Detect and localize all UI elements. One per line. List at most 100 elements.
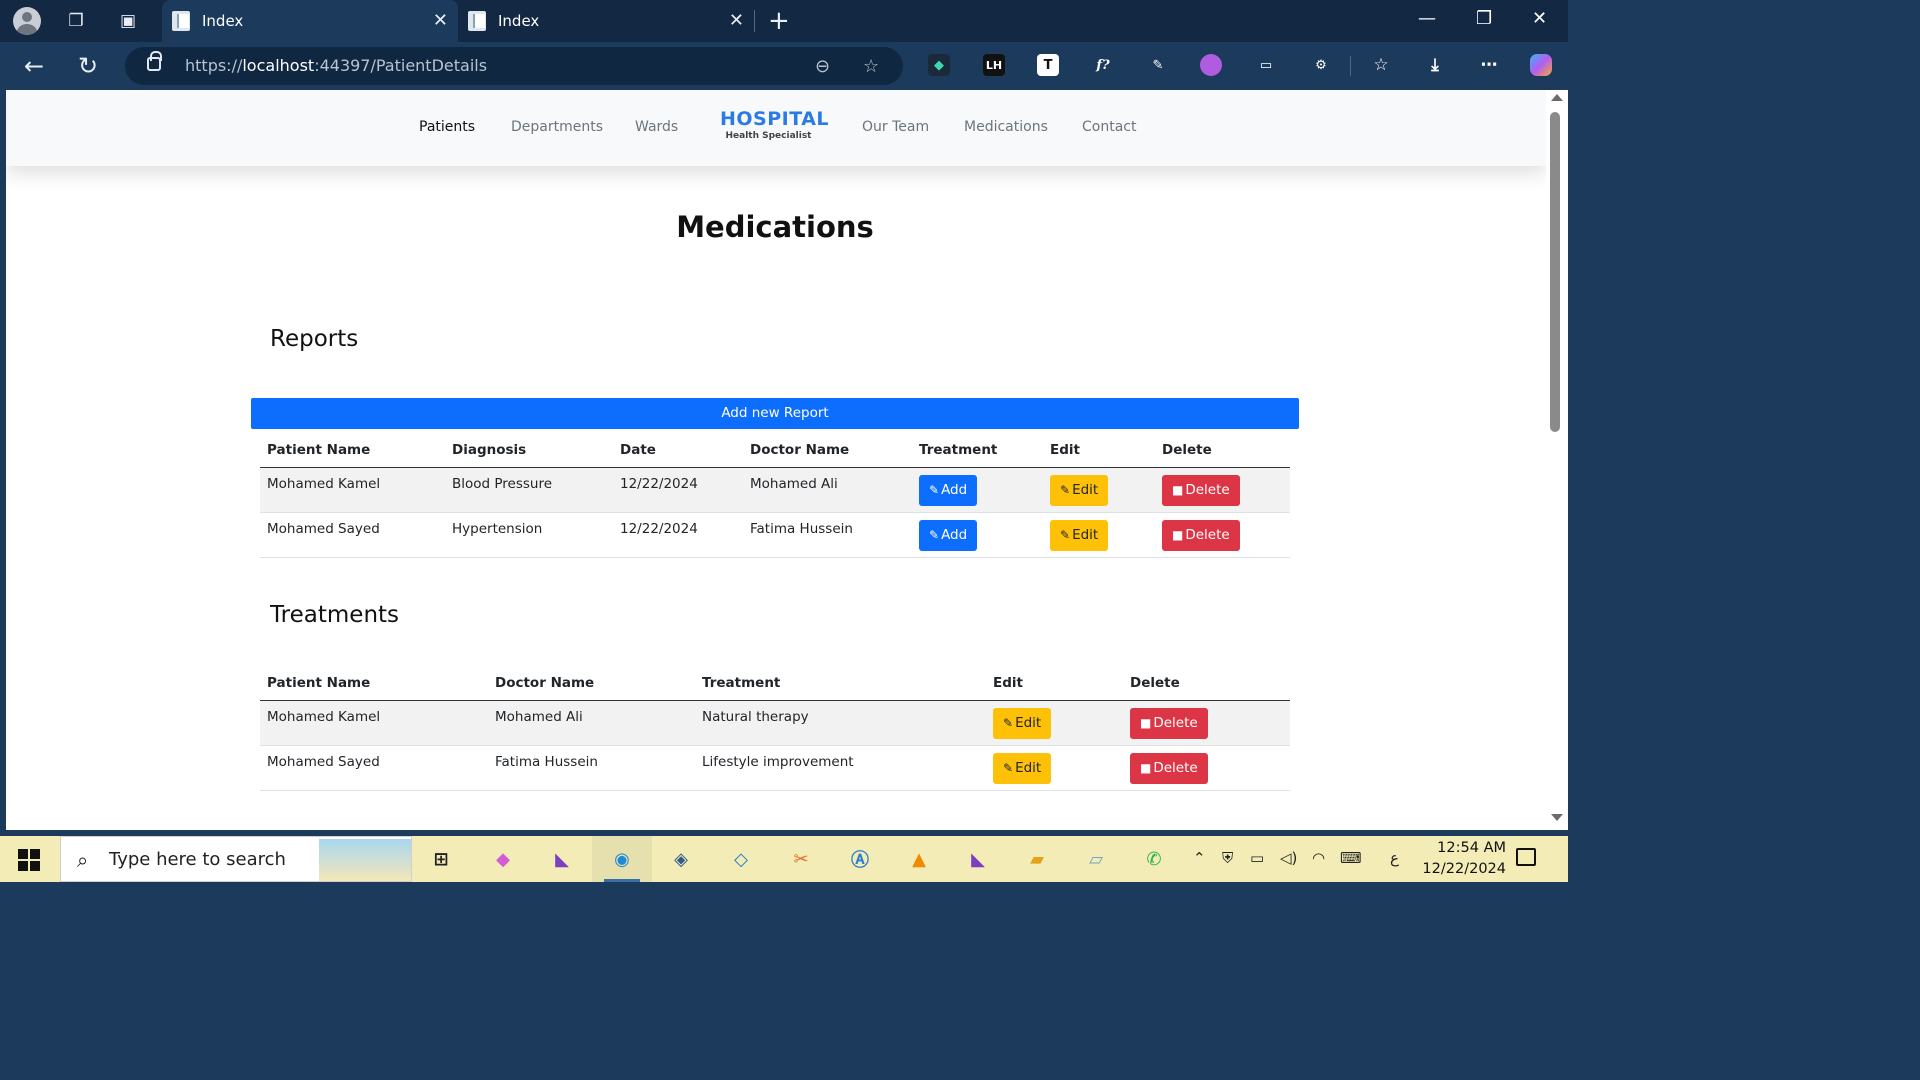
notification-center-icon[interactable]: [1516, 848, 1536, 866]
snipping-tool-icon[interactable]: ✂: [786, 844, 816, 874]
delete-treatment-button[interactable]: ■ Delete: [1130, 707, 1208, 739]
vlc-icon[interactable]: ▲: [904, 844, 934, 874]
cell-patient: Mohamed Kamel: [260, 467, 445, 513]
favorites-icon[interactable]: ☆: [1370, 54, 1392, 76]
security-icon[interactable]: ⛨: [1222, 849, 1233, 867]
nav-contact[interactable]: Contact: [1082, 119, 1136, 135]
vscode-icon[interactable]: ◇: [726, 844, 756, 874]
app-store-icon[interactable]: Ⓐ: [845, 844, 875, 874]
page-viewport: Patients Departments Wards HOSPITAL Heal…: [6, 90, 1546, 830]
close-tab-icon[interactable]: ✕: [433, 10, 448, 31]
extensions-icon[interactable]: ⚙: [1310, 54, 1332, 76]
downloads-icon[interactable]: ⤓: [1424, 54, 1446, 76]
edge-browser-icon[interactable]: ◉: [607, 844, 637, 874]
tab-2[interactable]: Index ✕: [458, 0, 754, 42]
windows-start-icon[interactable]: [18, 849, 40, 871]
task-view-icon[interactable]: ⊞: [426, 844, 456, 874]
edit-report-button[interactable]: ✎ Edit: [1050, 519, 1109, 551]
copilot-app-icon[interactable]: ◆: [488, 844, 518, 874]
nav-our-team[interactable]: Our Team: [862, 119, 929, 135]
edit-report-button[interactable]: ✎ Edit: [1050, 474, 1109, 506]
delete-report-button[interactable]: ■ Delete: [1162, 519, 1240, 551]
keyboard-icon[interactable]: ⌨: [1340, 849, 1362, 867]
zoom-icon[interactable]: ⊖: [815, 56, 830, 77]
page-scrollbar[interactable]: [1546, 90, 1568, 830]
battery-icon[interactable]: ▭: [1250, 849, 1264, 867]
nav-wards[interactable]: Wards: [635, 119, 678, 135]
scrollbar-thumb[interactable]: [1550, 112, 1560, 432]
tab-divider: [754, 10, 755, 32]
windows-taskbar: ⌕ Type here to search ⊞ ◆ ◣ ◉ ◈ ◇ ✂ Ⓐ ▲ …: [0, 836, 1568, 882]
nav-departments[interactable]: Departments: [511, 119, 603, 135]
back-icon[interactable]: ←: [24, 52, 44, 80]
cell-delete-action: ■ Delete: [1155, 512, 1290, 558]
close-window-icon[interactable]: ✕: [1532, 8, 1547, 29]
input-language[interactable]: ع: [1390, 849, 1399, 867]
taskbar-clock[interactable]: 12:54 AM 12/22/2024: [1418, 838, 1506, 880]
tab-1[interactable]: Index ✕: [162, 0, 458, 42]
cell-treatment: Natural therapy: [695, 700, 986, 746]
cell-delete-action: ■ Delete: [1123, 745, 1290, 791]
add-treatment-button[interactable]: ✎ Add: [919, 474, 978, 506]
nav-medications[interactable]: Medications: [964, 119, 1048, 135]
postgres-icon[interactable]: ◈: [666, 844, 696, 874]
refresh-icon[interactable]: ↻: [78, 52, 98, 80]
edit-square-icon: ✎: [929, 528, 940, 542]
table-row: Mohamed Kamel Blood Pressure 12/22/2024 …: [260, 467, 1290, 513]
search-highlight-image: [319, 839, 411, 881]
trash-icon: ■: [1140, 716, 1152, 730]
taskbar-search[interactable]: ⌕ Type here to search: [60, 836, 412, 882]
more-options-icon[interactable]: ⋯: [1478, 54, 1500, 76]
url-text[interactable]: https://localhost:44397/PatientDetails: [185, 56, 487, 75]
edit-treatment-button[interactable]: ✎ Edit: [993, 752, 1052, 784]
col-delete: Delete: [1123, 666, 1290, 701]
favorite-star-icon[interactable]: ☆: [863, 56, 879, 77]
wifi-icon[interactable]: ◠: [1312, 849, 1325, 867]
file-explorer-icon[interactable]: ▰: [1022, 844, 1052, 874]
search-placeholder: Type here to search: [109, 849, 286, 870]
paint-ext-icon[interactable]: [1200, 54, 1222, 76]
edit-square-icon: ✎: [1060, 483, 1071, 497]
close-tab-icon[interactable]: ✕: [729, 10, 744, 31]
delete-treatment-button[interactable]: ■ Delete: [1130, 752, 1208, 784]
new-tab-button[interactable]: +: [768, 6, 790, 36]
t-ext-icon[interactable]: T: [1037, 54, 1059, 76]
lock-icon[interactable]: [147, 51, 162, 71]
dropper-ext-icon[interactable]: ✎: [1147, 54, 1169, 76]
address-bar[interactable]: https://localhost:44397/PatientDetails ⊖…: [125, 47, 903, 85]
tab-actions-icon[interactable]: ▣: [114, 8, 142, 34]
workspaces-icon[interactable]: ❐: [62, 8, 90, 34]
profile-avatar[interactable]: [13, 7, 41, 35]
page-title: Medications: [676, 210, 874, 244]
brand-logo[interactable]: HOSPITAL Health Specialist: [720, 108, 829, 141]
cell-date: 12/22/2024: [613, 467, 743, 513]
lh-ext-icon[interactable]: LH: [983, 54, 1005, 76]
visual-studio-preview-icon[interactable]: ◣: [963, 844, 993, 874]
active-app-indicator: [604, 879, 640, 882]
nav-patients[interactable]: Patients: [419, 119, 475, 135]
minimize-icon[interactable]: —: [1418, 8, 1436, 29]
delete-report-button[interactable]: ■ Delete: [1162, 474, 1240, 506]
cast-ext-icon[interactable]: ▭: [1255, 54, 1277, 76]
edit-square-icon: ✎: [1003, 716, 1014, 730]
add-report-button[interactable]: Add new Report: [251, 398, 1299, 429]
show-hidden-icons-icon[interactable]: ⌃: [1193, 849, 1206, 867]
scroll-up-arrow-icon[interactable]: [1551, 94, 1563, 101]
restore-icon[interactable]: ❐: [1476, 8, 1492, 29]
search-icon: ⌕: [77, 848, 89, 872]
edit-square-icon: ✎: [1060, 528, 1071, 542]
cell-doctor: Mohamed Ali: [743, 467, 912, 513]
cell-edit-action: ✎ Edit: [1043, 512, 1155, 558]
scroll-down-arrow-icon[interactable]: [1551, 814, 1563, 821]
edit-treatment-button[interactable]: ✎ Edit: [993, 707, 1052, 739]
col-treatment: Treatment: [695, 666, 986, 701]
notepad-icon[interactable]: ▱: [1081, 844, 1111, 874]
volume-icon[interactable]: ◁): [1280, 849, 1297, 867]
add-treatment-button[interactable]: ✎ Add: [919, 519, 978, 551]
whatsapp-icon[interactable]: ✆: [1139, 844, 1169, 874]
copilot-icon[interactable]: [1530, 54, 1552, 76]
function-ext-icon[interactable]: f?: [1092, 54, 1114, 76]
visual-studio-icon[interactable]: ◣: [547, 844, 577, 874]
copilot-ext-icon[interactable]: ◆: [928, 54, 950, 76]
col-diagnosis: Diagnosis: [445, 433, 613, 468]
